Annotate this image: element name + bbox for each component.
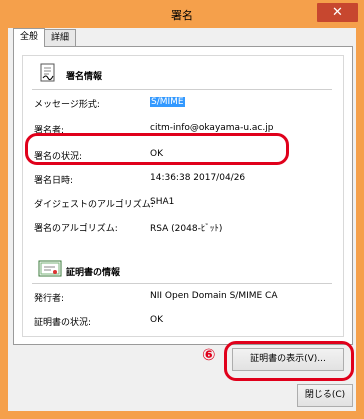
document-signature-icon [40, 63, 55, 82]
digest-algorithm-label: ダイジェストのアルゴリズム: [34, 200, 154, 210]
certificate-section-title: 証明書の情報 [66, 268, 121, 278]
signature-algorithm-label: 署名のアルゴリズム: [34, 224, 118, 234]
signer-highlight-annotation [25, 133, 289, 165]
certificate-icon [38, 260, 62, 277]
row-digest-algorithm: ダイジェストのアルゴリズム: SHA1 [34, 197, 334, 213]
tab-general[interactable]: 全般 [13, 28, 45, 47]
signature-algorithm-value[interactable]: RSA (2048-ﾋﾞｯﾄ) [150, 221, 222, 234]
row-signing-time: 署名日時: 14:36:38 2017/04/26 [34, 173, 334, 189]
signature-section-title: 署名情報 [66, 72, 103, 82]
view-certificate-button[interactable]: 証明書の表示(V)... [232, 348, 344, 371]
row-certificate-status: 証明書の状況: OK [34, 315, 334, 331]
issuer-value[interactable]: NII Open Domain S/MIME CA [150, 291, 278, 301]
message-format-label: メッセージ形式: [34, 100, 100, 110]
message-format-value[interactable]: S/MIME [150, 97, 185, 107]
title-bar[interactable]: 署名 ✕ [0, 0, 364, 28]
issuer-label: 発行者: [34, 294, 65, 304]
step-6-badge: ⑥ [202, 345, 216, 364]
digest-algorithm-value[interactable]: SHA1 [150, 197, 174, 207]
tab-details[interactable]: 詳細 [44, 29, 76, 46]
close-icon[interactable]: ✕ [317, 3, 358, 22]
divider [32, 89, 332, 90]
row-message-format: メッセージ形式: S/MIME [34, 97, 334, 113]
general-panel: 署名情報 メッセージ形式: S/MIME 署名者: citm-info@okay… [13, 46, 353, 345]
close-button[interactable]: 閉じる(C) [297, 384, 353, 407]
signature-dialog: 署名 ✕ 全般 詳細 署名情報 メッセージ形式: S/MIME 署名者: cit… [0, 0, 364, 419]
signing-time-value[interactable]: 14:36:38 2017/04/26 [150, 173, 245, 183]
signer-value[interactable]: citm-info@okayama-u.ac.jp [150, 123, 273, 133]
dialog-body: 全般 詳細 署名情報 メッセージ形式: S/MIME 署名者: citm-inf… [8, 28, 356, 411]
window-title: 署名 [171, 9, 193, 22]
certificate-status-value[interactable]: OK [150, 315, 163, 325]
row-signature-algorithm: 署名のアルゴリズム: RSA (2048-ﾋﾞｯﾄ) [34, 221, 334, 237]
divider [32, 283, 332, 284]
signing-time-label: 署名日時: [34, 176, 74, 186]
row-issuer: 発行者: NII Open Domain S/MIME CA [34, 291, 334, 307]
certificate-status-label: 証明書の状況: [34, 318, 92, 328]
